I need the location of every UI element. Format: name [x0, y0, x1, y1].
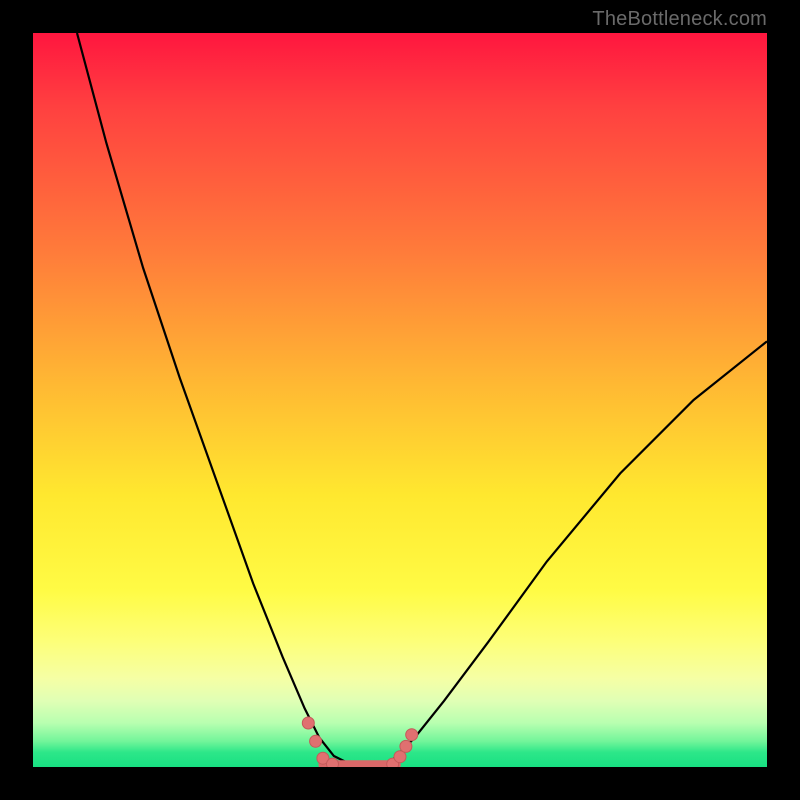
curve-marker — [406, 729, 418, 741]
curve-marker — [327, 758, 339, 767]
curve-marker — [310, 735, 322, 747]
curve-marker — [400, 740, 412, 752]
chart-frame: TheBottleneck.com — [0, 0, 800, 800]
curve-marker — [302, 717, 314, 729]
plot-area — [33, 33, 767, 767]
watermark-text: TheBottleneck.com — [592, 8, 767, 31]
bottleneck-curve — [77, 33, 767, 767]
curve-layer — [33, 33, 767, 767]
curve-markers — [302, 717, 417, 767]
